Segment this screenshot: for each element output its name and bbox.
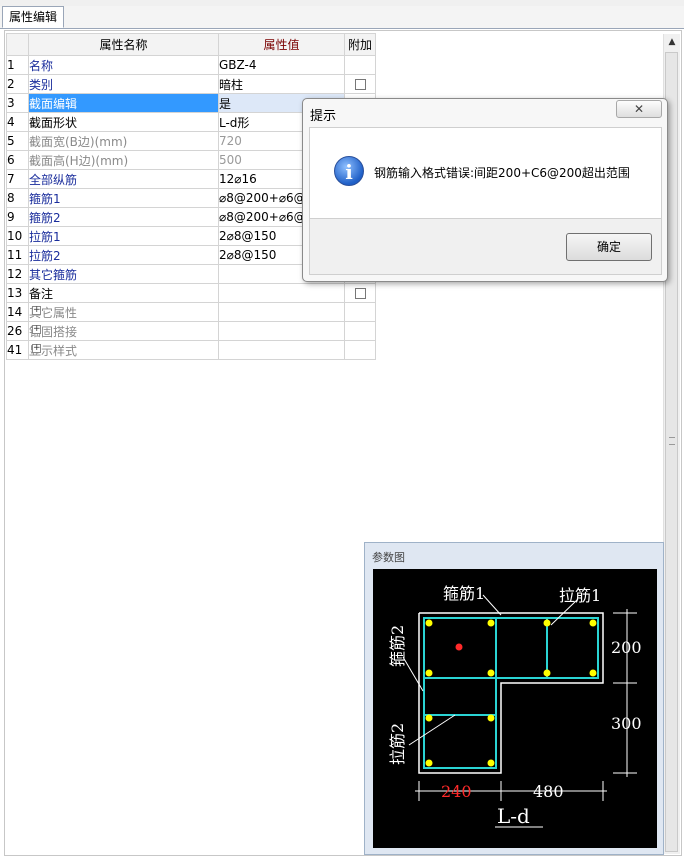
- property-value-field: [218, 302, 345, 322]
- property-name: 名称: [28, 55, 219, 75]
- label-tie2: 拉筋2: [388, 723, 407, 765]
- label-stirrup2: 箍筋2: [388, 625, 407, 667]
- property-value-field: [218, 340, 345, 360]
- table-row-group[interactable]: 14 + 其它属性: [6, 302, 376, 322]
- property-name: 截面编辑: [28, 93, 219, 113]
- extra-checkbox[interactable]: [354, 78, 366, 90]
- row-number: 4: [6, 112, 29, 132]
- property-name: 备注: [28, 283, 219, 303]
- parameter-diagram-title: 参数图: [372, 551, 405, 564]
- dimension-480: 480: [533, 782, 564, 801]
- label-tie1: 拉筋1: [559, 586, 601, 605]
- row-number: 5: [6, 131, 29, 151]
- row-number: 10: [6, 226, 29, 246]
- parameter-diagram-window: 参数图 箍筋1 拉筋1 箍筋2 拉筋2 200 300 240 480 L-d: [364, 542, 664, 855]
- dimension-200: 200: [611, 638, 642, 657]
- reference-dot: [455, 643, 463, 651]
- label-stirrup1: 箍筋1: [443, 584, 485, 603]
- row-number: 6: [6, 150, 29, 170]
- property-name: 截面宽(B边)(mm): [28, 131, 219, 151]
- property-name: 其它箍筋: [28, 264, 219, 284]
- header-extra[interactable]: 附加: [344, 33, 376, 56]
- tab-bar: 属性编辑: [0, 6, 684, 29]
- extra-cell: [344, 74, 376, 94]
- stirrup-lines: [423, 617, 599, 769]
- expand-plus-icon[interactable]: +: [32, 325, 41, 334]
- group-row-label[interactable]: + 显示样式: [28, 340, 219, 360]
- table-row-group[interactable]: 26 + 锚固搭接: [6, 321, 376, 341]
- section-diagram: 箍筋1 拉筋1 箍筋2 拉筋2 200 300 240 480 L-d: [388, 584, 642, 828]
- row-number: 2: [6, 74, 29, 94]
- row-number: 14: [6, 302, 29, 322]
- extra-cell: [344, 283, 376, 303]
- group-row-label[interactable]: + 其它属性: [28, 302, 219, 322]
- dimension-300: 300: [611, 714, 642, 733]
- property-name: 拉筋1: [28, 226, 219, 246]
- extra-cell: [344, 302, 376, 322]
- property-value-field: [218, 321, 345, 341]
- row-number: 3: [6, 93, 29, 113]
- property-name: 类别: [28, 74, 219, 94]
- row-number: 7: [6, 169, 29, 189]
- dialog-message: 钢筋输入格式错误:间距200+C6@200超出范围: [374, 166, 630, 180]
- header-property-value[interactable]: 属性值: [218, 33, 345, 56]
- extra-cell: [344, 340, 376, 360]
- property-name: 箍筋2: [28, 207, 219, 227]
- shape-name-label: L-d: [497, 804, 530, 828]
- scroll-grip-icon: [669, 437, 675, 445]
- info-icon: i: [334, 156, 364, 186]
- property-name: 箍筋1: [28, 188, 219, 208]
- row-number: 26: [6, 321, 29, 341]
- table-row-group[interactable]: 41 + 显示样式: [6, 340, 376, 360]
- table-row[interactable]: 1 名称 GBZ-4: [6, 55, 376, 75]
- property-value-field[interactable]: [218, 283, 345, 303]
- dialog-title: 提示: [310, 109, 337, 124]
- row-number: 41: [6, 340, 29, 360]
- property-name: 截面高(H边)(mm): [28, 150, 219, 170]
- property-name: 全部纵筋: [28, 169, 219, 189]
- table-row[interactable]: 13 备注: [6, 283, 376, 303]
- scroll-up-arrow-icon[interactable]: ▲: [664, 34, 680, 50]
- row-number: 11: [6, 245, 29, 265]
- dimension-240: 240: [441, 782, 472, 801]
- group-row-label[interactable]: + 锚固搭接: [28, 321, 219, 341]
- grid-header-row: 属性名称 属性值 附加: [6, 33, 376, 56]
- tab-property-edit[interactable]: 属性编辑: [2, 6, 64, 28]
- property-name: 拉筋2: [28, 245, 219, 265]
- property-value-field[interactable]: 暗柱: [218, 74, 345, 94]
- row-number: 8: [6, 188, 29, 208]
- message-dialog: 提示 ✕ i 钢筋输入格式错误:间距200+C6@200超出范围 确定: [302, 98, 668, 282]
- row-number: 9: [6, 207, 29, 227]
- property-value-field[interactable]: GBZ-4: [218, 55, 345, 75]
- extra-cell: [344, 55, 376, 75]
- expand-plus-icon[interactable]: +: [32, 306, 41, 315]
- table-row[interactable]: 2 类别 暗柱: [6, 74, 376, 94]
- extra-cell: [344, 321, 376, 341]
- ok-button[interactable]: 确定: [566, 233, 652, 261]
- section-outline: [418, 612, 604, 774]
- extra-checkbox[interactable]: [354, 287, 366, 299]
- property-name: 截面形状: [28, 112, 219, 132]
- header-property-name[interactable]: 属性名称: [28, 33, 219, 56]
- dialog-body: i 钢筋输入格式错误:间距200+C6@200超出范围: [309, 127, 662, 219]
- rebar-dots: [425, 619, 597, 767]
- header-corner: [6, 33, 29, 56]
- row-number: 12: [6, 264, 29, 284]
- row-number: 1: [6, 55, 29, 75]
- expand-plus-icon[interactable]: +: [32, 344, 41, 353]
- row-number: 13: [6, 283, 29, 303]
- parameter-diagram-canvas: 箍筋1 拉筋1 箍筋2 拉筋2 200 300 240 480 L-d: [373, 569, 657, 848]
- close-button[interactable]: ✕: [616, 100, 662, 118]
- close-icon: ✕: [633, 102, 645, 116]
